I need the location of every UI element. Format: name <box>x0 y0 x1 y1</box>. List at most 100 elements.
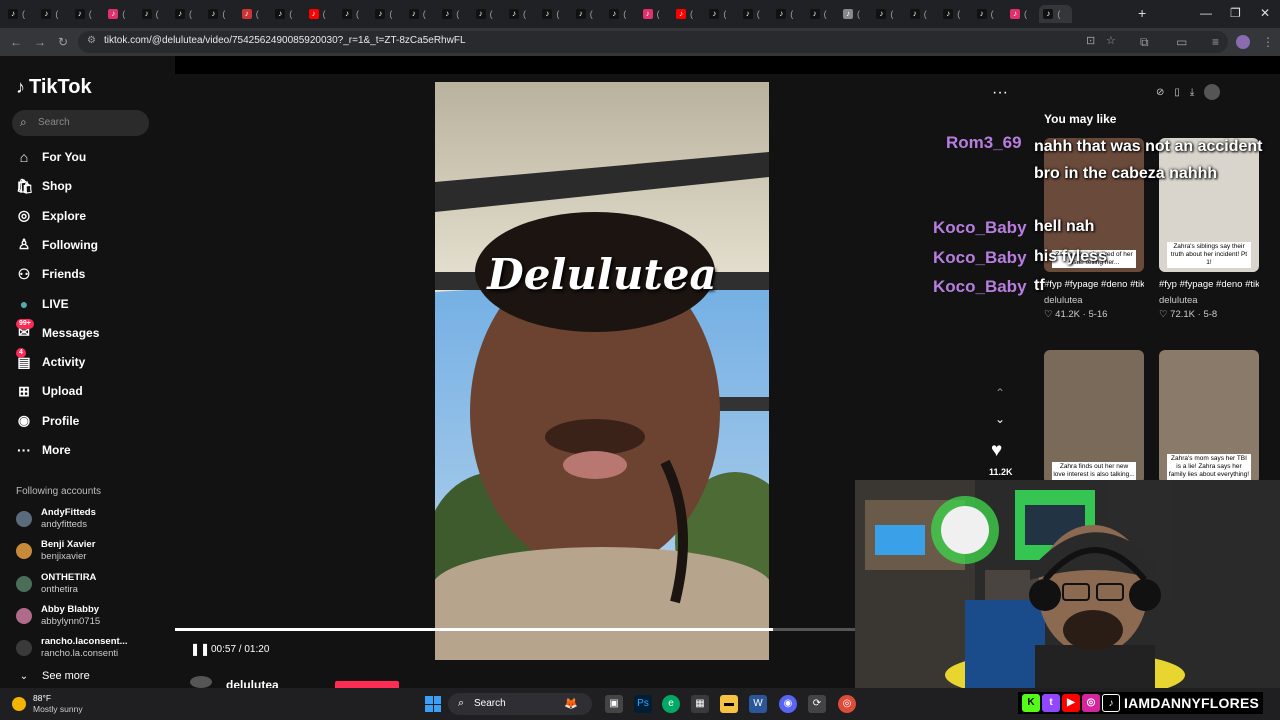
browser-tab[interactable]: ♪( <box>538 5 571 23</box>
browser-tab[interactable]: ♪( <box>906 5 939 23</box>
tab-close-icon[interactable]: ( <box>22 9 25 19</box>
browser-tab[interactable]: ♪( <box>939 5 972 23</box>
following-account[interactable]: Abby Blabby abbylynn0715 <box>16 604 166 632</box>
tab-close-icon[interactable]: ( <box>456 9 459 19</box>
task-view-icon[interactable]: ▣ <box>605 695 623 713</box>
sidebar-item-messages[interactable]: ✉ Messages 99+ <box>16 318 99 345</box>
tab-close-icon[interactable]: ( <box>757 9 760 19</box>
tab-close-icon[interactable]: ( <box>824 9 827 19</box>
minimize-icon[interactable]: — <box>1200 6 1212 20</box>
tab-close-icon[interactable]: ( <box>55 9 58 19</box>
bookmark-star-icon[interactable]: ☆ <box>1106 34 1116 47</box>
sidebar-item-shop[interactable]: 🛍 Shop <box>16 174 72 198</box>
video-author[interactable]: delulutea <box>1044 295 1144 306</box>
site-info-icon[interactable]: ⚙ <box>87 35 96 46</box>
tab-close-icon[interactable]: ( <box>1057 9 1060 19</box>
profile-avatar[interactable] <box>1236 35 1250 49</box>
tab-close-icon[interactable]: ( <box>590 9 593 19</box>
tab-close-icon[interactable]: ( <box>389 9 392 19</box>
tab-close-icon[interactable]: ( <box>690 9 693 19</box>
tab-close-icon[interactable]: ( <box>490 9 493 19</box>
browser-tab[interactable]: ♪( <box>37 5 70 23</box>
menu-kebab-icon[interactable]: ⋮ <box>1262 35 1274 49</box>
tab-close-icon[interactable]: ( <box>289 9 292 19</box>
sidebar-item-for-you[interactable]: ⌂ For You <box>16 145 86 169</box>
sidebar-item-activity[interactable]: ▤ Activity 4 <box>16 348 85 374</box>
new-tab-button[interactable]: + <box>1138 5 1146 21</box>
sidebar-item-profile[interactable]: ◉ Profile <box>16 409 79 433</box>
sidebar-item-explore[interactable]: ◎ Explore <box>16 204 86 228</box>
user-avatar[interactable] <box>1204 84 1221 100</box>
tab-close-icon[interactable]: ( <box>657 9 660 19</box>
browser-tab[interactable]: ♪( <box>772 5 805 23</box>
browser-tab[interactable]: ♪( <box>238 5 271 23</box>
browser-tab[interactable]: ♪( <box>1039 5 1073 23</box>
video-frame[interactable]: Delulutea <box>435 82 769 660</box>
sidebar-item-friends[interactable]: ⚇ Friends <box>16 262 86 286</box>
forward-icon[interactable]: → <box>34 35 46 49</box>
following-account[interactable]: AndyFitteds andyfitteds <box>16 507 166 535</box>
tab-close-icon[interactable]: ( <box>323 9 326 19</box>
omnibox[interactable]: ⚙ tiktok.com/@delulutea/video/7542562490… <box>78 31 1228 53</box>
recommended-video-card[interactable]: Zahra's mom says her TBI is a lie! Zahra… <box>1159 350 1259 484</box>
device-icon[interactable]: ▯ <box>1174 87 1180 98</box>
tab-close-icon[interactable]: ( <box>723 9 726 19</box>
browser-tab[interactable]: ♪( <box>806 5 839 23</box>
pause-icon[interactable]: ❚❚ <box>190 642 210 656</box>
back-icon[interactable]: ← <box>10 35 22 49</box>
browser-tab[interactable]: ♪( <box>973 5 1006 23</box>
browser-tab[interactable]: ♪( <box>839 5 872 23</box>
discord-icon[interactable]: ◉ <box>779 695 797 713</box>
following-account[interactable]: ONTHETIRA onthetira <box>16 572 166 600</box>
maximize-icon[interactable]: ❐ <box>1230 6 1241 20</box>
author-avatar[interactable] <box>190 676 212 688</box>
tab-close-icon[interactable]: ( <box>122 9 125 19</box>
browser-tab[interactable]: ♪( <box>639 5 672 23</box>
browser-tab[interactable]: ♪( <box>138 5 171 23</box>
tab-close-icon[interactable]: ( <box>256 9 259 19</box>
file-explorer-icon[interactable]: ▬ <box>720 695 738 713</box>
video-author[interactable]: delulutea <box>1159 295 1259 306</box>
tab-close-icon[interactable]: ( <box>89 9 92 19</box>
browser-tab[interactable]: ♪( <box>672 5 705 23</box>
follow-button[interactable] <box>335 681 399 688</box>
weather-temp[interactable]: 88°F <box>33 693 51 703</box>
tab-close-icon[interactable]: ( <box>523 9 526 19</box>
store-icon[interactable]: ▦ <box>691 695 709 713</box>
sidebar-item-live[interactable]: ● LIVE <box>16 292 69 316</box>
windows-start-icon[interactable] <box>425 696 441 712</box>
install-app-icon[interactable]: ⊡ <box>1086 34 1095 47</box>
browser-tab[interactable]: ♪( <box>104 5 137 23</box>
browser-tab[interactable]: ♪( <box>438 5 471 23</box>
browser-tab[interactable]: ♪( <box>405 5 438 23</box>
heart-icon[interactable]: ♥ <box>991 440 1002 462</box>
browser-tab[interactable]: ♪( <box>1006 5 1039 23</box>
browser-tab[interactable]: ♪( <box>472 5 505 23</box>
tab-close-icon[interactable]: ( <box>423 9 426 19</box>
extensions-icon[interactable]: ⧉ <box>1140 35 1149 50</box>
tab-close-icon[interactable]: ( <box>890 9 893 19</box>
see-more-button[interactable]: ⌄ See more <box>16 664 90 688</box>
tiktok-logo[interactable]: ♪ TikTok <box>16 76 92 99</box>
sidebar-item-upload[interactable]: ⊞ Upload <box>16 379 83 403</box>
sidebar-item-following[interactable]: ♙ Following <box>16 233 98 257</box>
reload-icon[interactable]: ↻ <box>58 35 68 49</box>
word-icon[interactable]: W <box>749 695 767 713</box>
browser-tab[interactable]: ♪( <box>271 5 304 23</box>
browser-tab[interactable]: ♪( <box>872 5 905 23</box>
tab-close-icon[interactable]: ( <box>189 9 192 19</box>
browser-tab[interactable]: ♪( <box>71 5 104 23</box>
following-account[interactable]: rancho.laconsent... rancho.la.consenti <box>16 636 166 664</box>
download-icon[interactable]: ⤓ <box>1190 87 1194 98</box>
browser-tab[interactable]: ♪( <box>572 5 605 23</box>
tab-close-icon[interactable]: ( <box>222 9 225 19</box>
photoshop-icon[interactable]: Ps <box>634 695 652 713</box>
sidepanel-icon[interactable]: ▭ <box>1176 35 1187 49</box>
app-icon[interactable]: ⟳ <box>808 695 826 713</box>
tab-close-icon[interactable]: ( <box>957 9 960 19</box>
weather-sun-icon[interactable] <box>12 697 26 711</box>
author-name[interactable]: delulutea <box>226 678 279 688</box>
browser-tab[interactable]: ♪( <box>705 5 738 23</box>
compass-tool-icon[interactable]: ⊘ <box>1156 87 1164 98</box>
browser-tab[interactable]: ♪( <box>739 5 772 23</box>
